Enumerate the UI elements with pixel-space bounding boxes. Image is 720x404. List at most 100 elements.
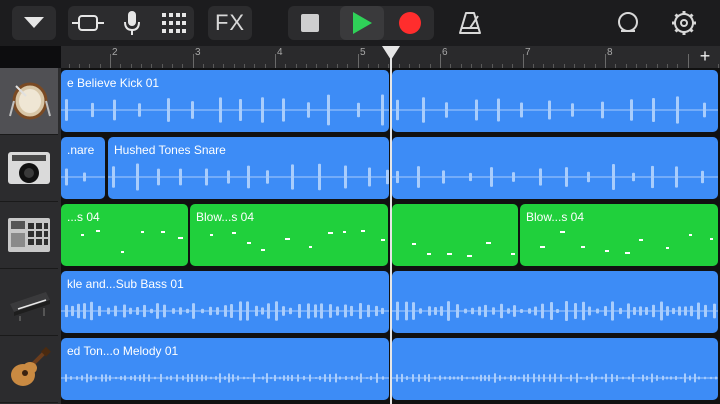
bar-number: 4 bbox=[277, 47, 283, 58]
audio-region[interactable] bbox=[392, 137, 718, 199]
add-section-button[interactable]: + bbox=[694, 46, 716, 68]
track-header-drums[interactable] bbox=[0, 68, 58, 135]
midi-region[interactable]: Blow...s 04 bbox=[190, 204, 388, 266]
waveform-peak bbox=[528, 308, 531, 314]
track-header-synth-bass[interactable] bbox=[0, 269, 58, 336]
waveform-peak bbox=[368, 167, 371, 187]
waveform-peak bbox=[109, 375, 111, 381]
play-icon bbox=[353, 12, 372, 34]
waveform-peak bbox=[205, 375, 207, 381]
midi-notes bbox=[412, 242, 515, 257]
audio-region[interactable] bbox=[392, 70, 718, 132]
waveform-peak bbox=[662, 375, 664, 381]
audio-region[interactable]: e Believe Kick 01 bbox=[61, 70, 389, 132]
waveform-peak bbox=[351, 375, 353, 381]
midi-note bbox=[141, 231, 144, 233]
waveform-peak bbox=[307, 102, 310, 118]
waveform-peak bbox=[512, 172, 515, 182]
midi-region[interactable]: Blow...s 04 bbox=[520, 204, 718, 266]
grid-button[interactable] bbox=[156, 6, 192, 40]
waveform-peak bbox=[270, 376, 272, 380]
midi-note bbox=[581, 246, 585, 248]
track-view-button[interactable] bbox=[70, 6, 106, 40]
waveform-peak bbox=[510, 374, 512, 382]
midi-note bbox=[605, 250, 609, 252]
grid-icon bbox=[162, 13, 186, 33]
waveform-peak bbox=[247, 376, 249, 380]
track-header-beat-sequencer[interactable] bbox=[0, 135, 58, 202]
record-button[interactable] bbox=[392, 6, 428, 40]
waveform-peak bbox=[412, 373, 414, 383]
playhead[interactable] bbox=[390, 46, 392, 404]
waveform-peak bbox=[216, 307, 219, 315]
waveform-peak bbox=[319, 375, 321, 381]
waveform-peak bbox=[464, 308, 467, 314]
waveform-peak bbox=[282, 98, 285, 122]
midi-note bbox=[381, 239, 385, 241]
waveform-peak bbox=[628, 376, 630, 380]
waveform-peak bbox=[83, 172, 86, 182]
midi-note bbox=[361, 230, 365, 232]
waveform-peak bbox=[253, 373, 255, 383]
bar-number: 3 bbox=[195, 47, 201, 58]
settings-button[interactable] bbox=[666, 6, 702, 40]
guitar-icon bbox=[11, 347, 51, 386]
midi-note bbox=[232, 232, 236, 234]
audio-region[interactable]: kle and...Sub Bass 01 bbox=[61, 271, 389, 333]
waveform-peak bbox=[666, 376, 668, 380]
track-header-drum-machine[interactable] bbox=[0, 202, 58, 269]
waveform-peak bbox=[461, 375, 463, 381]
waveform-peak bbox=[90, 301, 93, 321]
playhead-handle[interactable] bbox=[382, 46, 400, 60]
audio-region[interactable]: Hushed Tones Snare bbox=[108, 137, 389, 199]
waveform-peak bbox=[520, 308, 523, 314]
waveform-peak bbox=[565, 301, 568, 321]
waveform-peak bbox=[466, 376, 468, 380]
browser-button[interactable] bbox=[12, 6, 56, 40]
waveform-peak bbox=[71, 305, 74, 317]
bar-tick bbox=[357, 54, 359, 68]
waveform-peak bbox=[335, 373, 337, 383]
waveform-peak bbox=[314, 304, 317, 318]
waveform-peak bbox=[652, 304, 655, 318]
waveform-peak bbox=[320, 303, 323, 319]
stop-button[interactable] bbox=[292, 6, 328, 40]
waveform-peak bbox=[274, 374, 276, 382]
waveform-peak bbox=[107, 307, 110, 315]
waveform-peak bbox=[83, 303, 86, 319]
waveform-peak bbox=[70, 375, 72, 381]
waveform-peak bbox=[684, 373, 686, 383]
boombox-icon bbox=[8, 152, 50, 184]
fx-button[interactable]: FX bbox=[208, 6, 252, 40]
drum-pad-icon bbox=[8, 218, 50, 252]
audio-region[interactable] bbox=[392, 271, 718, 333]
waveform-peak bbox=[645, 306, 648, 316]
waveform-peak bbox=[627, 303, 630, 319]
audio-region[interactable]: ed Ton...o Melody 01 bbox=[61, 338, 389, 400]
control-bar: FX bbox=[0, 0, 720, 46]
loop-browser-button[interactable] bbox=[610, 6, 646, 40]
waveform-peak bbox=[179, 168, 182, 186]
play-button[interactable] bbox=[340, 6, 384, 40]
metronome-button[interactable] bbox=[452, 6, 488, 40]
waveform-peak bbox=[697, 302, 700, 320]
track-header-guitar[interactable] bbox=[0, 336, 58, 403]
waveform-peak bbox=[191, 373, 193, 383]
midi-note bbox=[161, 231, 165, 233]
waveform-peak bbox=[156, 303, 159, 319]
midi-region[interactable]: ...s 04 bbox=[61, 204, 188, 266]
waveform-peak bbox=[224, 376, 226, 380]
waveform-peak bbox=[504, 376, 506, 380]
waveform-peak bbox=[130, 375, 132, 381]
bar-number: 7 bbox=[525, 47, 531, 58]
microphone-button[interactable] bbox=[114, 6, 150, 40]
waveform-peak bbox=[586, 375, 588, 381]
waveform-peak bbox=[90, 375, 92, 381]
audio-region[interactable] bbox=[392, 338, 718, 400]
audio-region[interactable]: .nare bbox=[61, 137, 105, 199]
midi-region[interactable] bbox=[392, 204, 518, 266]
waveform-peak bbox=[638, 376, 640, 380]
loop-icon bbox=[618, 12, 638, 32]
waveform-peak bbox=[497, 98, 500, 122]
waveform-peak bbox=[160, 373, 162, 383]
